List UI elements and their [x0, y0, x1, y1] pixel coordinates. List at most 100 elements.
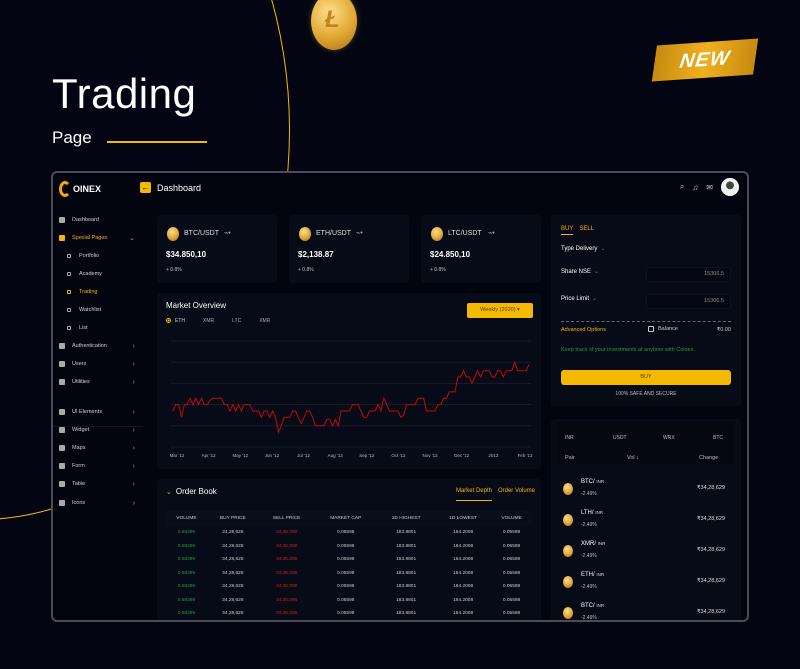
- sidebar-item-authentication[interactable]: Authentication ›: [59, 343, 139, 350]
- trend-icon: ⌁•: [488, 230, 495, 237]
- ticker-card-eth[interactable]: ETH/USDT ⌁• $2,138.87 + 0.8%: [289, 215, 409, 283]
- currency-tab-usdt[interactable]: USDT: [613, 435, 627, 441]
- table-row[interactable]: 0.5839934,28,62834,35,0900.05598183.8801…: [166, 594, 532, 608]
- mail-icon[interactable]: ✉: [706, 183, 713, 192]
- table-cell: 0.05598: [502, 584, 521, 590]
- tab-buy[interactable]: BUY: [561, 226, 574, 235]
- sidebar-item-form[interactable]: Form ›: [59, 462, 139, 470]
- coin-icon: [431, 227, 443, 241]
- table-row[interactable]: 0.5839934,28,62834,35,0900.05598183.8801…: [166, 540, 532, 554]
- column-vol[interactable]: Vol ↓: [627, 455, 639, 461]
- chart-legend: ETH XMR LTC XMR: [166, 318, 270, 324]
- table-row[interactable]: 0.5839934,28,62834,35,0900.05598183.8801…: [166, 621, 532, 623]
- column-header[interactable]: VOLUME: [491, 511, 532, 526]
- new-badge: NEW: [651, 38, 759, 82]
- balance: Balance: [648, 326, 678, 332]
- pair-row[interactable]: ETH/ INR -2.49% ₹34,28,629: [561, 570, 733, 598]
- sidebar-divider: [53, 426, 143, 427]
- sidebar-subitem-academy[interactable]: Academy: [67, 271, 102, 277]
- column-header[interactable]: BUY PRICE: [206, 511, 259, 526]
- table-cell: 34,28,628: [222, 611, 244, 617]
- column-pair[interactable]: Pair: [565, 455, 575, 461]
- price-limit-input[interactable]: 15306.5: [646, 294, 731, 309]
- sidebar-item-utilities[interactable]: Utilities ›: [59, 379, 139, 386]
- table-row[interactable]: 0.5839934,28,62834,35,0900.05598183.8801…: [166, 580, 532, 594]
- tab-sell[interactable]: SELL: [579, 226, 594, 235]
- ticker-card-ltc[interactable]: LTC/USDT ⌁• $24.850,10 + 0.8%: [421, 215, 541, 283]
- table-cell: 164.2008: [453, 597, 474, 603]
- currency-tab-btc[interactable]: BTC: [713, 435, 723, 441]
- pair-value: ₹34,28,629: [697, 609, 725, 615]
- table-cell: 0.58399: [177, 611, 196, 617]
- column-header[interactable]: 1D LOWEST: [435, 511, 492, 526]
- avatar[interactable]: [721, 178, 739, 196]
- chevron-right-icon: ›: [132, 462, 135, 470]
- chevron-down-icon: ⌄: [129, 235, 135, 242]
- price-limit-dropdown[interactable]: Price Limit ⌄: [561, 295, 597, 302]
- legend-xmr-2[interactable]: XMR: [259, 318, 270, 324]
- sidebar-item-ui-elements[interactable]: UI Elements ›: [59, 409, 139, 416]
- legend-eth[interactable]: ETH: [166, 318, 185, 324]
- bell-icon[interactable]: ♫: [692, 183, 698, 192]
- share-nse-input[interactable]: 15306.5: [646, 267, 731, 282]
- pair-row[interactable]: XMR/ INR -2.49% ₹34,28,629: [561, 539, 733, 567]
- series-line-eth: [172, 360, 530, 434]
- ticker-card-btc[interactable]: BTC/USDT ⌁• $34.850,10 + 0.8%: [157, 215, 277, 283]
- currency-tab-wrx[interactable]: WRX: [663, 435, 675, 441]
- sidebar-subitem-watchlist[interactable]: Watchlist: [67, 307, 101, 313]
- page-title: Dashboard: [157, 183, 202, 193]
- table-cell: 34,35,090: [275, 611, 298, 617]
- sidebar-item-users[interactable]: Users ›: [59, 361, 139, 368]
- advanced-options-link[interactable]: Advanced Options: [561, 327, 606, 333]
- sidebar-item-widget[interactable]: Widget ›: [59, 427, 139, 434]
- column-change[interactable]: Change: [699, 455, 718, 461]
- pair-percent: -2.49%: [581, 522, 597, 528]
- pair-row[interactable]: BTC/ INR -2.49% ₹34,28,629: [561, 477, 733, 505]
- share-nse-dropdown[interactable]: Share NSE ⌄: [561, 268, 599, 275]
- sidebar-subitem-trading[interactable]: Trading: [67, 289, 97, 295]
- sidebar-subitem-list[interactable]: List: [67, 325, 88, 331]
- buy-button[interactable]: BUY: [561, 370, 731, 385]
- user-icon: [59, 361, 65, 367]
- sidebar-item-special-pages[interactable]: Special Pages ⌄: [59, 235, 139, 242]
- table-cell: 0.05598: [337, 611, 355, 617]
- column-header[interactable]: SELL PRICE: [258, 511, 315, 526]
- legend-ltc[interactable]: LTC: [232, 318, 241, 324]
- table-cell: 164.2008: [453, 570, 474, 576]
- briefcase-icon: [59, 409, 65, 415]
- home-icon: [59, 217, 65, 223]
- table-cell: 164.2008: [435, 621, 491, 623]
- sidebar-subitem-portfolio[interactable]: Portfolio: [67, 253, 99, 259]
- table-cell: 183.8801: [396, 530, 417, 536]
- legend-xmr[interactable]: XMR: [203, 318, 214, 324]
- tab-order-volume[interactable]: Order Volume: [498, 488, 535, 501]
- chevron-down-icon: ⌄: [166, 489, 172, 496]
- tab-market-depth[interactable]: Market Depth: [455, 488, 492, 501]
- table-row[interactable]: 0.5839934,28,62834,35,0900.05598183.8801…: [166, 567, 532, 581]
- bullet-icon: [67, 254, 71, 258]
- table-row[interactable]: 0.5839934,28,62834,35,0900.05598183.8801…: [166, 526, 532, 540]
- pairs-panel: INR USDT WRX BTC Pair Vol ↓ Change BTC/ …: [551, 419, 741, 620]
- sidebar-item-icons[interactable]: Icons ›: [59, 500, 139, 507]
- table-cell: 0.58399: [166, 621, 207, 623]
- column-header[interactable]: MARKET CAP: [314, 511, 378, 526]
- sidebar-item-dashboard[interactable]: Dashboard: [59, 217, 139, 223]
- back-arrow-icon[interactable]: ←: [140, 182, 151, 193]
- order-book-title[interactable]: ⌄ Order Book: [166, 487, 217, 496]
- period-dropdown[interactable]: Weekly (2020) ▾: [467, 303, 533, 318]
- currency-tab-inr[interactable]: INR: [565, 435, 574, 441]
- sidebar-item-maps[interactable]: Maps ›: [59, 445, 139, 452]
- table-icon: [59, 481, 65, 487]
- logo[interactable]: OINEX: [59, 181, 101, 197]
- x-tick-label: Jul '12: [297, 453, 310, 458]
- table-row[interactable]: 0.5839934,28,62834,35,0900.05598183.8801…: [166, 553, 532, 567]
- pair-row[interactable]: BTC/ INR -2.49% ₹34,28,629: [561, 601, 733, 620]
- table-row[interactable]: 0.5839934,28,62834,35,0900.05598183.8801…: [166, 607, 532, 620]
- column-header[interactable]: 1D HIGHEST: [377, 511, 436, 526]
- pair-row[interactable]: LTH/ INR -2.49% ₹34,28,629: [561, 508, 733, 536]
- sidebar-item-table[interactable]: Table ›: [59, 481, 139, 488]
- table-cell: 34,35,090: [259, 621, 315, 623]
- type-delivery-dropdown[interactable]: Type Delivery ⌄: [561, 245, 605, 252]
- search-icon[interactable]: ⌕: [680, 182, 684, 192]
- column-header[interactable]: VOLUME: [166, 511, 207, 526]
